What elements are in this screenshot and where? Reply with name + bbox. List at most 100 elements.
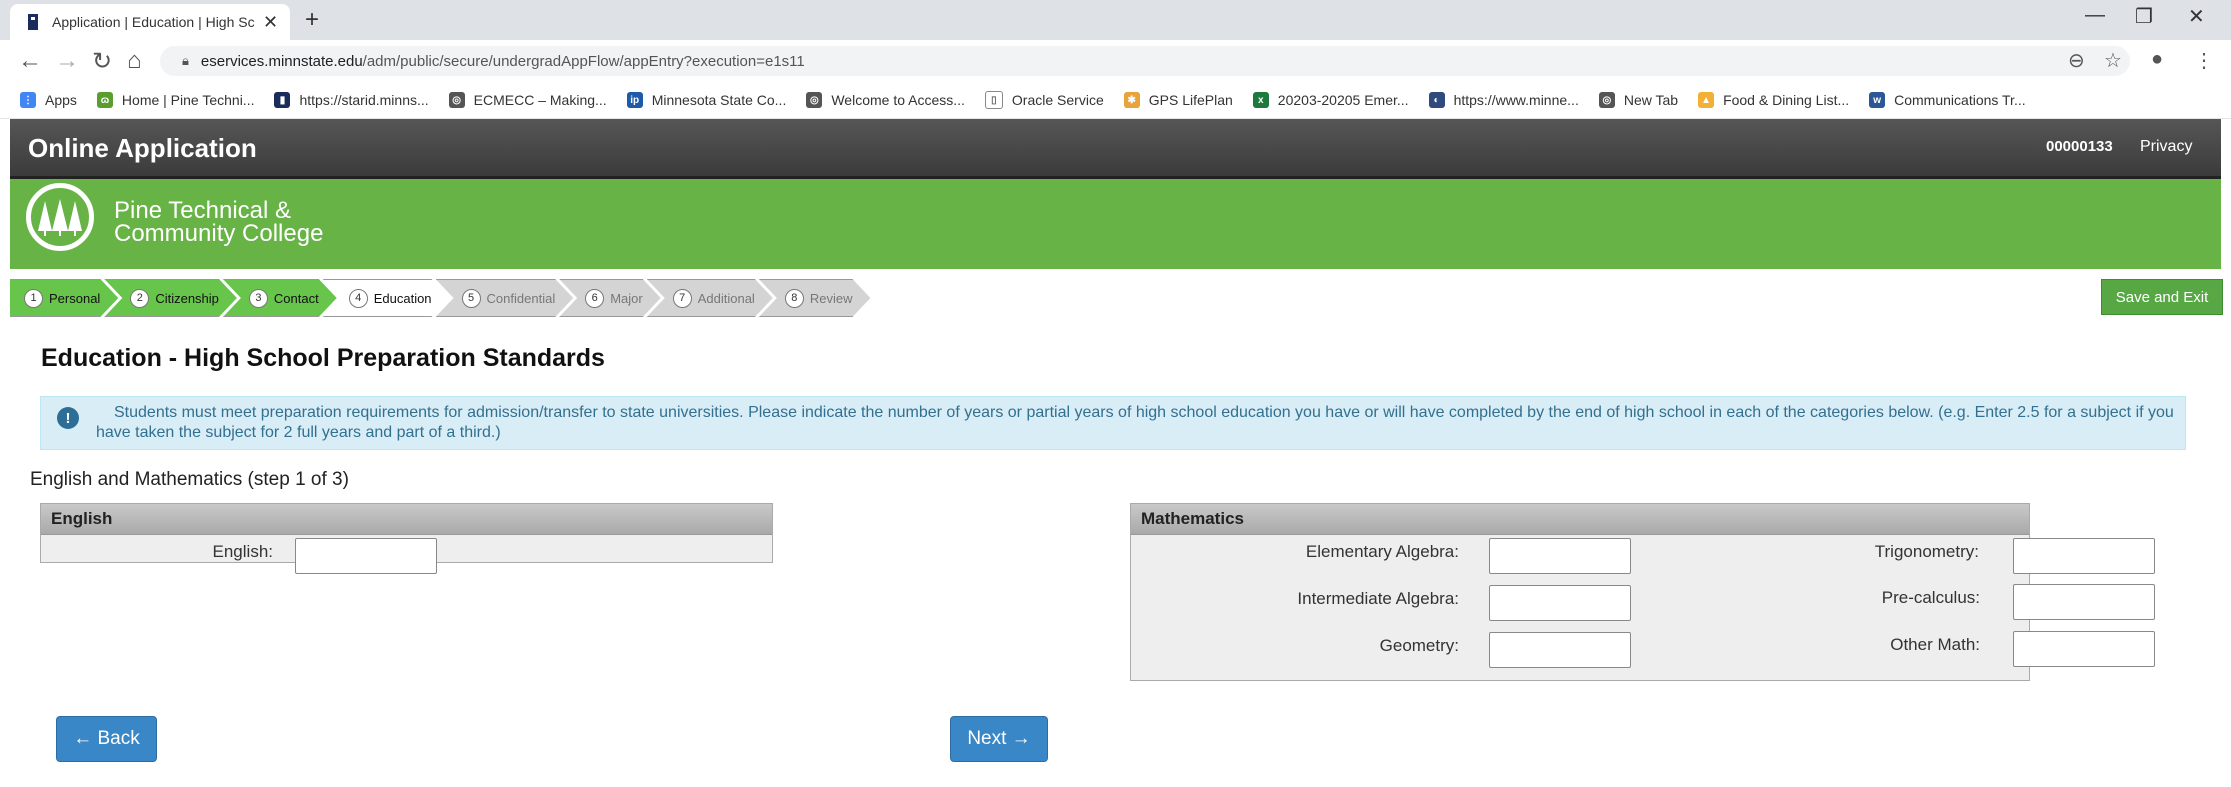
bookmark-item[interactable]: ◐ https://www.minne... bbox=[1428, 92, 1579, 108]
precalculus-label: Pre-calculus: bbox=[1881, 588, 1980, 607]
bookmark-icon: x bbox=[1252, 92, 1269, 108]
url-bar[interactable]: 🔒︎ eservices.minnstate.edu/adm/public/se… bbox=[160, 46, 2130, 76]
college-logo-icon bbox=[26, 183, 94, 251]
step-label: Personal bbox=[49, 290, 101, 306]
new-tab-icon[interactable]: + bbox=[305, 6, 319, 34]
bookmark-label: Welcome to Access... bbox=[831, 92, 965, 108]
save-and-exit-button[interactable]: Save and Exit bbox=[2101, 279, 2223, 315]
application-id: 00000133 bbox=[2046, 138, 2113, 155]
geometry-input[interactable] bbox=[1489, 632, 1631, 668]
other-math-label: Other Math: bbox=[1890, 635, 1980, 654]
star-icon[interactable]: ☆ bbox=[2104, 48, 2122, 73]
bookmark-item[interactable]: ✱ GPS LifePlan bbox=[1123, 92, 1233, 108]
step-additional[interactable]: 7 Additional bbox=[647, 279, 773, 317]
bookmark-icon: ◎ bbox=[1598, 92, 1615, 108]
page-title: Education - High School Preparation Stan… bbox=[41, 344, 605, 372]
college-banner: Pine Technical & Community College bbox=[10, 179, 2221, 269]
elementary-algebra-input[interactable] bbox=[1489, 538, 1631, 574]
bookmark-item[interactable]: ▲ Food & Dining List... bbox=[1698, 92, 1849, 108]
bookmark-item[interactable]: ◎ New Tab bbox=[1598, 92, 1678, 108]
bookmark-label: Communications Tr... bbox=[1894, 92, 2026, 108]
other-math-input[interactable] bbox=[2013, 631, 2155, 667]
step-education[interactable]: 4 Education bbox=[323, 279, 450, 317]
trigonometry-label: Trigonometry: bbox=[1874, 542, 1979, 561]
bookmark-label: Apps bbox=[45, 92, 77, 108]
progress-steps: 1 Personal 2 Citizenship 3 Contact 4 Education 5… bbox=[10, 279, 856, 319]
info-icon: ! bbox=[57, 407, 79, 429]
bookmark-label: https://starid.minns... bbox=[299, 92, 429, 108]
zoom-icon[interactable]: ⊖ bbox=[2068, 48, 2085, 73]
section-heading: English and Mathematics (step 1 of 3) bbox=[30, 469, 349, 490]
bookmark-item[interactable]: x 20203-20205 Emer... bbox=[1252, 92, 1409, 108]
step-number: 3 bbox=[249, 289, 268, 308]
app-title: Online Application bbox=[28, 133, 257, 163]
bookmark-label: Home | Pine Techni... bbox=[121, 92, 255, 108]
step-label: Additional bbox=[697, 290, 755, 306]
restore-icon[interactable]: ❐ bbox=[2135, 4, 2153, 29]
bookmark-item[interactable]: ⋮⋮⋮ Apps bbox=[13, 92, 77, 108]
bookmark-icon: ◎ bbox=[806, 92, 823, 108]
english-panel: English English: bbox=[40, 503, 773, 574]
step-number: 1 bbox=[24, 289, 43, 308]
step-personal[interactable]: 1 Personal bbox=[10, 279, 118, 317]
step-label: Confidential bbox=[486, 290, 556, 306]
bookmark-item[interactable]: ▮ https://starid.minns... bbox=[274, 92, 429, 108]
url-text: eservices.minnstate.edu/adm/public/secur… bbox=[201, 53, 805, 70]
step-label: Major bbox=[610, 290, 643, 306]
step-number: 7 bbox=[673, 289, 692, 308]
bookmark-label: Food & Dining List... bbox=[1723, 92, 1850, 108]
bookmark-favicon-icon bbox=[26, 13, 40, 31]
bookmark-icon: ◎ bbox=[448, 92, 465, 108]
bookmark-icon: ✱ bbox=[1123, 92, 1140, 108]
home-icon[interactable]: ⌂ bbox=[127, 47, 142, 75]
english-input[interactable] bbox=[295, 538, 437, 574]
step-contact[interactable]: 3 Contact bbox=[223, 279, 337, 317]
app-header: Online Application 00000133 Privacy bbox=[10, 119, 2221, 179]
step-number: 2 bbox=[130, 289, 149, 308]
mathematics-panel-title: Mathematics bbox=[1131, 504, 2029, 535]
browser-tab[interactable]: Application | Education | High Sc ✕ bbox=[10, 4, 290, 40]
url-path: /adm/public/secure/undergradAppFlow/appE… bbox=[362, 52, 805, 70]
geometry-label: Geometry: bbox=[1379, 636, 1459, 655]
next-button[interactable]: Next → bbox=[950, 716, 1048, 762]
intermediate-algebra-input[interactable] bbox=[1489, 585, 1631, 621]
profile-icon[interactable]: ● bbox=[2151, 48, 2163, 71]
bookmark-label: ECMECC – Making... bbox=[473, 92, 607, 108]
forward-arrow-icon[interactable]: → bbox=[55, 47, 79, 75]
step-major[interactable]: 6 Major bbox=[559, 279, 661, 317]
bookmark-label: Oracle Service bbox=[1011, 92, 1104, 108]
minimize-icon[interactable]: — bbox=[2085, 4, 2105, 27]
privacy-link[interactable]: Privacy bbox=[2140, 138, 2192, 156]
bookmark-icon: ▯ bbox=[984, 91, 1003, 109]
window-close-icon[interactable]: ✕ bbox=[2188, 4, 2205, 29]
step-number: 5 bbox=[462, 289, 481, 308]
step-citizenship[interactable]: 2 Citizenship bbox=[104, 279, 237, 317]
alert-text: Students must meet preparation requireme… bbox=[96, 404, 2174, 441]
bookmark-item[interactable]: ɷ Home | Pine Techni... bbox=[96, 92, 255, 108]
trigonometry-input[interactable] bbox=[2013, 538, 2155, 574]
bookmark-item[interactable]: w Communications Tr... bbox=[1869, 92, 2026, 108]
page-content: Online Application 00000133 Privacy Pine… bbox=[10, 119, 2223, 787]
back-arrow-icon[interactable]: ← bbox=[18, 47, 42, 75]
browser-tab-bar: Application | Education | High Sc ✕ + — … bbox=[0, 0, 2231, 40]
bookmark-item[interactable]: ▯ Oracle Service bbox=[984, 91, 1104, 109]
bookmark-item[interactable]: ◎ ECMECC – Making... bbox=[448, 92, 607, 108]
bookmarks-bar: ⋮⋮⋮ Apps ɷ Home | Pine Techni... ▮ https://st… bbox=[0, 82, 2231, 119]
bookmark-icon: w bbox=[1869, 92, 1886, 108]
back-button[interactable]: ← Back bbox=[56, 716, 157, 762]
bookmark-label: GPS LifePlan bbox=[1148, 92, 1233, 108]
step-label: Contact bbox=[273, 290, 319, 306]
menu-icon[interactable]: ⋮ bbox=[2194, 48, 2214, 73]
precalculus-input[interactable] bbox=[2013, 584, 2155, 620]
college-name: Pine Technical & Community College bbox=[114, 199, 324, 247]
bookmark-item[interactable]: ip Minnesota State Co... bbox=[626, 92, 786, 108]
step-confidential[interactable]: 5 Confidential bbox=[436, 279, 574, 317]
tab-close-icon[interactable]: ✕ bbox=[263, 12, 278, 33]
reload-icon[interactable]: ↻ bbox=[92, 47, 112, 76]
college-name-line2: Community College bbox=[114, 220, 324, 247]
lock-icon: 🔒︎ bbox=[182, 53, 189, 68]
step-review[interactable]: 8 Review bbox=[759, 279, 871, 317]
bookmark-item[interactable]: ◎ Welcome to Access... bbox=[806, 92, 965, 108]
bookmark-icon: ▮ bbox=[274, 92, 291, 108]
step-label: Citizenship bbox=[155, 290, 219, 306]
